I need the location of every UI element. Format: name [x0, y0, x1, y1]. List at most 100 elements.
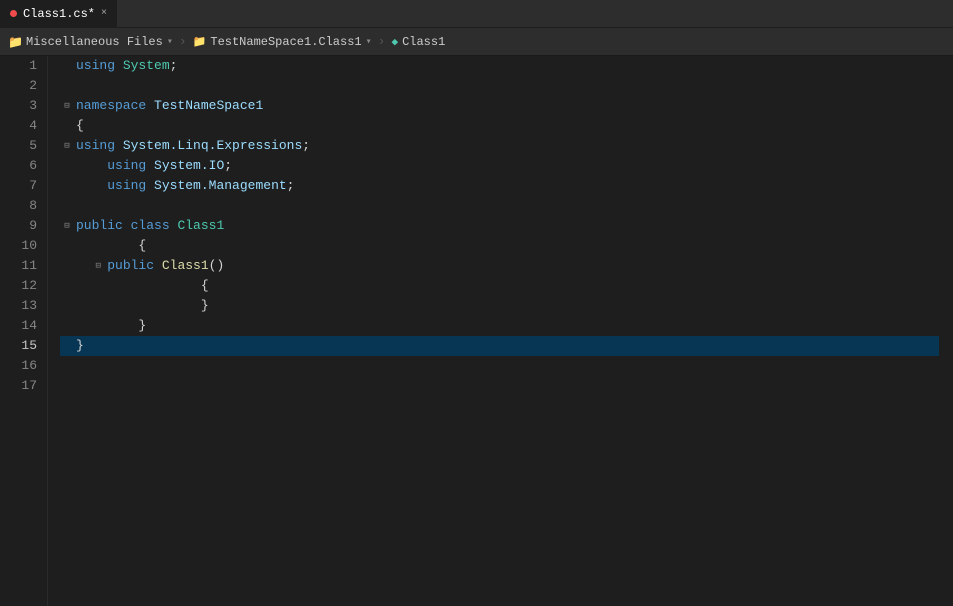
- line-number: 11: [0, 256, 37, 276]
- collapse-icon[interactable]: ⊟: [60, 99, 74, 113]
- token: class: [131, 216, 170, 236]
- line-number: 10: [0, 236, 37, 256]
- token: [170, 216, 178, 236]
- line-number: 16: [0, 356, 37, 376]
- token: using: [107, 176, 146, 196]
- nav-bar: 📁 Miscellaneous Files ▾ › 📁 TestNameSpac…: [0, 28, 953, 56]
- line-number: 7: [0, 176, 37, 196]
- line-number: 14: [0, 316, 37, 336]
- scrollbar[interactable]: [939, 56, 953, 606]
- token: (): [209, 256, 225, 276]
- line-number: 5: [0, 136, 37, 156]
- collapse-icon[interactable]: ⊟: [60, 139, 74, 153]
- token: using: [107, 156, 146, 176]
- token: [146, 156, 154, 176]
- code-line: [60, 356, 939, 376]
- line-number: 13: [0, 296, 37, 316]
- line-number: 17: [0, 376, 37, 396]
- token: {: [107, 236, 146, 256]
- line-number: 6: [0, 156, 37, 176]
- line-number: 12: [0, 276, 37, 296]
- tab-filename: Class1.cs*: [23, 7, 95, 21]
- editor: 1234567891011121314151617 using System;⊟…: [0, 56, 953, 606]
- code-line: {: [60, 116, 939, 136]
- line-numbers: 1234567891011121314151617: [0, 56, 48, 606]
- code-line: [60, 376, 939, 396]
- tab-bar: Class1.cs* ×: [0, 0, 953, 28]
- indent-guide: [60, 276, 122, 296]
- folder-icon: 📁: [8, 35, 22, 49]
- token: ;: [287, 176, 295, 196]
- token: using: [76, 56, 115, 76]
- token: }: [107, 316, 146, 336]
- token: }: [76, 336, 84, 356]
- line-number: 4: [0, 116, 37, 136]
- token: [146, 96, 154, 116]
- code-line: ⊟public Class1(): [60, 256, 939, 276]
- nav-right-section[interactable]: ◆ Class1: [391, 35, 445, 49]
- code-line: }: [60, 296, 939, 316]
- collapse-icon[interactable]: ⊟: [91, 259, 105, 273]
- token: System.Management: [154, 176, 287, 196]
- nav-folder-icon-2: 📁: [193, 35, 207, 49]
- token: [154, 256, 162, 276]
- token: public: [107, 256, 154, 276]
- nav-middle-section[interactable]: 📁 TestNameSpace1.Class1 ▾: [193, 35, 372, 49]
- token: System: [123, 56, 170, 76]
- code-area[interactable]: using System;⊟namespace TestNameSpace1{⊟…: [48, 56, 939, 606]
- token: using: [76, 136, 115, 156]
- code-line: ⊟using System.Linq.Expressions;: [60, 136, 939, 156]
- token: [115, 136, 123, 156]
- line-number: 1: [0, 56, 37, 76]
- line-number: 15: [0, 336, 37, 356]
- nav-separator-1: ›: [179, 34, 187, 49]
- code-line: using System.IO;: [60, 156, 939, 176]
- code-line: ⊟namespace TestNameSpace1: [60, 96, 939, 116]
- indent-guide: [60, 196, 91, 216]
- token: TestNameSpace1: [154, 96, 263, 116]
- indent-guide: [60, 176, 91, 196]
- token: Class1: [177, 216, 224, 236]
- active-tab[interactable]: Class1.cs* ×: [0, 0, 118, 27]
- token: {: [138, 276, 208, 296]
- token: System.IO: [154, 156, 224, 176]
- token: [115, 56, 123, 76]
- token: ;: [224, 156, 232, 176]
- indent-guide: [60, 236, 91, 256]
- code-line: using System;: [60, 56, 939, 76]
- nav-left-dropdown[interactable]: ▾: [167, 36, 173, 48]
- line-number: 9: [0, 216, 37, 236]
- token: Class1: [162, 256, 209, 276]
- indent-guide: [60, 256, 91, 276]
- code-line: {: [60, 236, 939, 256]
- tab-close-button[interactable]: ×: [101, 8, 107, 19]
- indent-guide: [60, 316, 91, 336]
- modified-dot: [10, 10, 17, 17]
- code-line: [60, 76, 939, 96]
- nav-left-section[interactable]: 📁 Miscellaneous Files ▾: [8, 35, 173, 49]
- line-number: 2: [0, 76, 37, 96]
- token: [123, 216, 131, 236]
- token: ;: [170, 56, 178, 76]
- nav-middle-dropdown[interactable]: ▾: [366, 36, 372, 48]
- token: {: [76, 116, 84, 136]
- token: System.Linq.Expressions: [123, 136, 302, 156]
- token: public: [76, 216, 123, 236]
- code-line: }: [60, 336, 939, 356]
- indent-guide: [60, 296, 122, 316]
- line-number: 8: [0, 196, 37, 216]
- token: ;: [302, 136, 310, 156]
- nav-middle-label: TestNameSpace1.Class1: [210, 35, 361, 49]
- token: namespace: [76, 96, 146, 116]
- token: [146, 176, 154, 196]
- indent-guide: [60, 156, 91, 176]
- token: }: [138, 296, 208, 316]
- code-line: [60, 196, 939, 216]
- code-line: using System.Management;: [60, 176, 939, 196]
- code-line: {: [60, 276, 939, 296]
- nav-left-label: Miscellaneous Files: [26, 35, 163, 49]
- code-line: }: [60, 316, 939, 336]
- collapse-icon[interactable]: ⊟: [60, 219, 74, 233]
- code-line: ⊟public class Class1: [60, 216, 939, 236]
- class-icon: ◆: [391, 35, 398, 49]
